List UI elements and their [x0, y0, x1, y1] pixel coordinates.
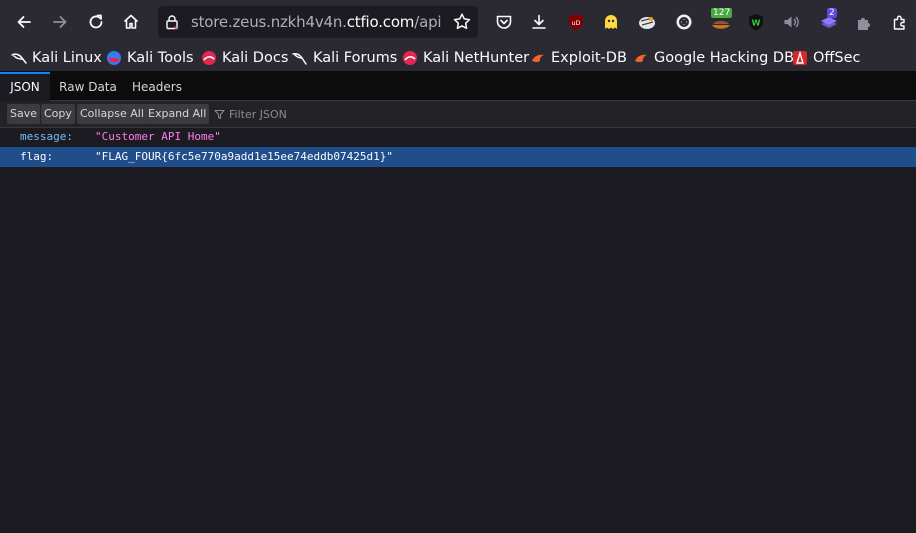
address-bar[interactable]: store.zeus.nzkh4v4n.ctfio.com/api — [158, 6, 478, 38]
stack-extension-badge: 2 — [827, 8, 837, 18]
url-path: /api — [414, 13, 442, 31]
bookmark-label: Exploit-DB — [551, 50, 627, 66]
bookmarks-toolbar: Kali Linux Kali Tools Kali Docs Kali For… — [0, 44, 916, 71]
svg-text:uD: uD — [571, 19, 580, 27]
extensions-menu-button[interactable] — [887, 8, 913, 36]
sound-icon[interactable] — [778, 8, 804, 36]
ghost-extension-icon[interactable] — [598, 8, 624, 36]
bookmark-label: Kali NetHunter — [423, 50, 530, 66]
stack-extension-icon[interactable]: 2 — [815, 8, 843, 36]
bookmark-label: OffSec — [813, 50, 861, 66]
bookmark-offsec[interactable]: OffSec — [792, 47, 861, 69]
kali-nethunter-icon — [402, 50, 418, 66]
bookmark-exploit-db[interactable]: Exploit-DB — [530, 47, 627, 69]
expand-all-button[interactable]: Expand All — [145, 104, 210, 124]
downloads-button[interactable] — [524, 7, 554, 37]
bookmark-label: Google Hacking DB — [654, 50, 795, 66]
wappalyzer-badge: 127 — [711, 8, 733, 18]
bookmark-kali-forums[interactable]: Kali Forums — [292, 47, 397, 69]
json-row-message[interactable]: message: "Customer API Home" — [0, 127, 916, 147]
json-viewer-tabs: JSON Raw Data Headers — [0, 72, 916, 102]
star-icon — [453, 13, 471, 30]
pocket-icon — [496, 15, 512, 29]
bookmark-kali-docs[interactable]: Kali Docs — [201, 47, 288, 69]
filter-placeholder: Filter JSON — [229, 107, 287, 121]
url-prefix: store.zeus. — [191, 13, 271, 31]
url-text[interactable]: store.zeus.nzkh4v4n.ctfio.com/api — [191, 13, 442, 31]
ublock-origin-icon[interactable]: uD — [563, 8, 589, 36]
tab-headers[interactable]: Headers — [126, 72, 188, 100]
url-domain: ctfio.com — [346, 13, 415, 31]
offsec-icon — [792, 50, 808, 66]
json-toolbar: Save Copy Collapse All Expand All Filter… — [0, 101, 916, 128]
kali-dragon-icon — [11, 50, 27, 66]
svg-text:W: W — [752, 19, 761, 28]
reload-button[interactable] — [81, 7, 111, 37]
forward-arrow-icon — [53, 16, 67, 28]
bookmark-label: Kali Tools — [127, 50, 194, 66]
pocket-button[interactable] — [489, 7, 519, 37]
site-info-icon[interactable] — [164, 14, 180, 34]
kali-forums-icon — [292, 50, 308, 66]
browser-toolbar: store.zeus.nzkh4v4n.ctfio.com/api uD 127 — [0, 0, 916, 44]
home-icon — [123, 14, 139, 29]
filter-icon — [214, 109, 225, 119]
json-key: message: — [20, 130, 73, 143]
tab-raw-data[interactable]: Raw Data — [52, 72, 124, 100]
extensions-icon — [893, 15, 905, 30]
back-arrow-icon — [17, 16, 31, 28]
w-extension-icon[interactable]: W — [743, 8, 769, 36]
home-button[interactable] — [116, 7, 146, 37]
puzzle-icon[interactable] — [851, 8, 877, 36]
ghdb-icon — [633, 50, 649, 66]
tab-json[interactable]: JSON — [0, 72, 50, 102]
download-icon — [532, 14, 546, 29]
reload-icon — [89, 14, 103, 29]
bookmark-kali-linux[interactable]: Kali Linux — [11, 47, 102, 69]
copy-button[interactable]: Copy — [41, 104, 75, 124]
proxy-icon[interactable] — [671, 8, 697, 36]
url-host: nzkh4v4n. — [270, 13, 347, 31]
kali-docs-icon — [201, 50, 217, 66]
kali-tools-icon — [106, 50, 122, 66]
wappalyzer-icon[interactable]: 127 — [707, 8, 735, 36]
json-key: flag: — [20, 150, 54, 163]
json-row-flag[interactable]: flag: "FLAG_FOUR{6fc5e770a9add1e15ee74ed… — [0, 147, 916, 167]
back-button[interactable] — [9, 7, 39, 37]
bookmark-label: Kali Docs — [222, 50, 289, 66]
save-button[interactable]: Save — [7, 104, 41, 124]
exploit-db-icon — [530, 50, 546, 66]
json-value: "Customer API Home" — [95, 130, 221, 143]
forward-button[interactable] — [45, 7, 75, 37]
bookmark-kali-tools[interactable]: Kali Tools — [106, 47, 194, 69]
collapse-all-button[interactable]: Collapse All — [77, 104, 147, 124]
bookmark-kali-nethunter[interactable]: Kali NetHunter — [402, 47, 529, 69]
json-value: "FLAG_FOUR{6fc5e770a9add1e15ee74eddb0742… — [95, 150, 394, 163]
filter-json-input[interactable]: Filter JSON — [214, 104, 287, 124]
bookmark-star-button[interactable] — [450, 10, 474, 38]
hackbar-icon[interactable] — [634, 8, 660, 36]
bookmark-label: Kali Linux — [32, 50, 102, 66]
bookmark-label: Kali Forums — [313, 50, 398, 66]
bookmark-google-hacking-db[interactable]: Google Hacking DB — [633, 47, 794, 69]
